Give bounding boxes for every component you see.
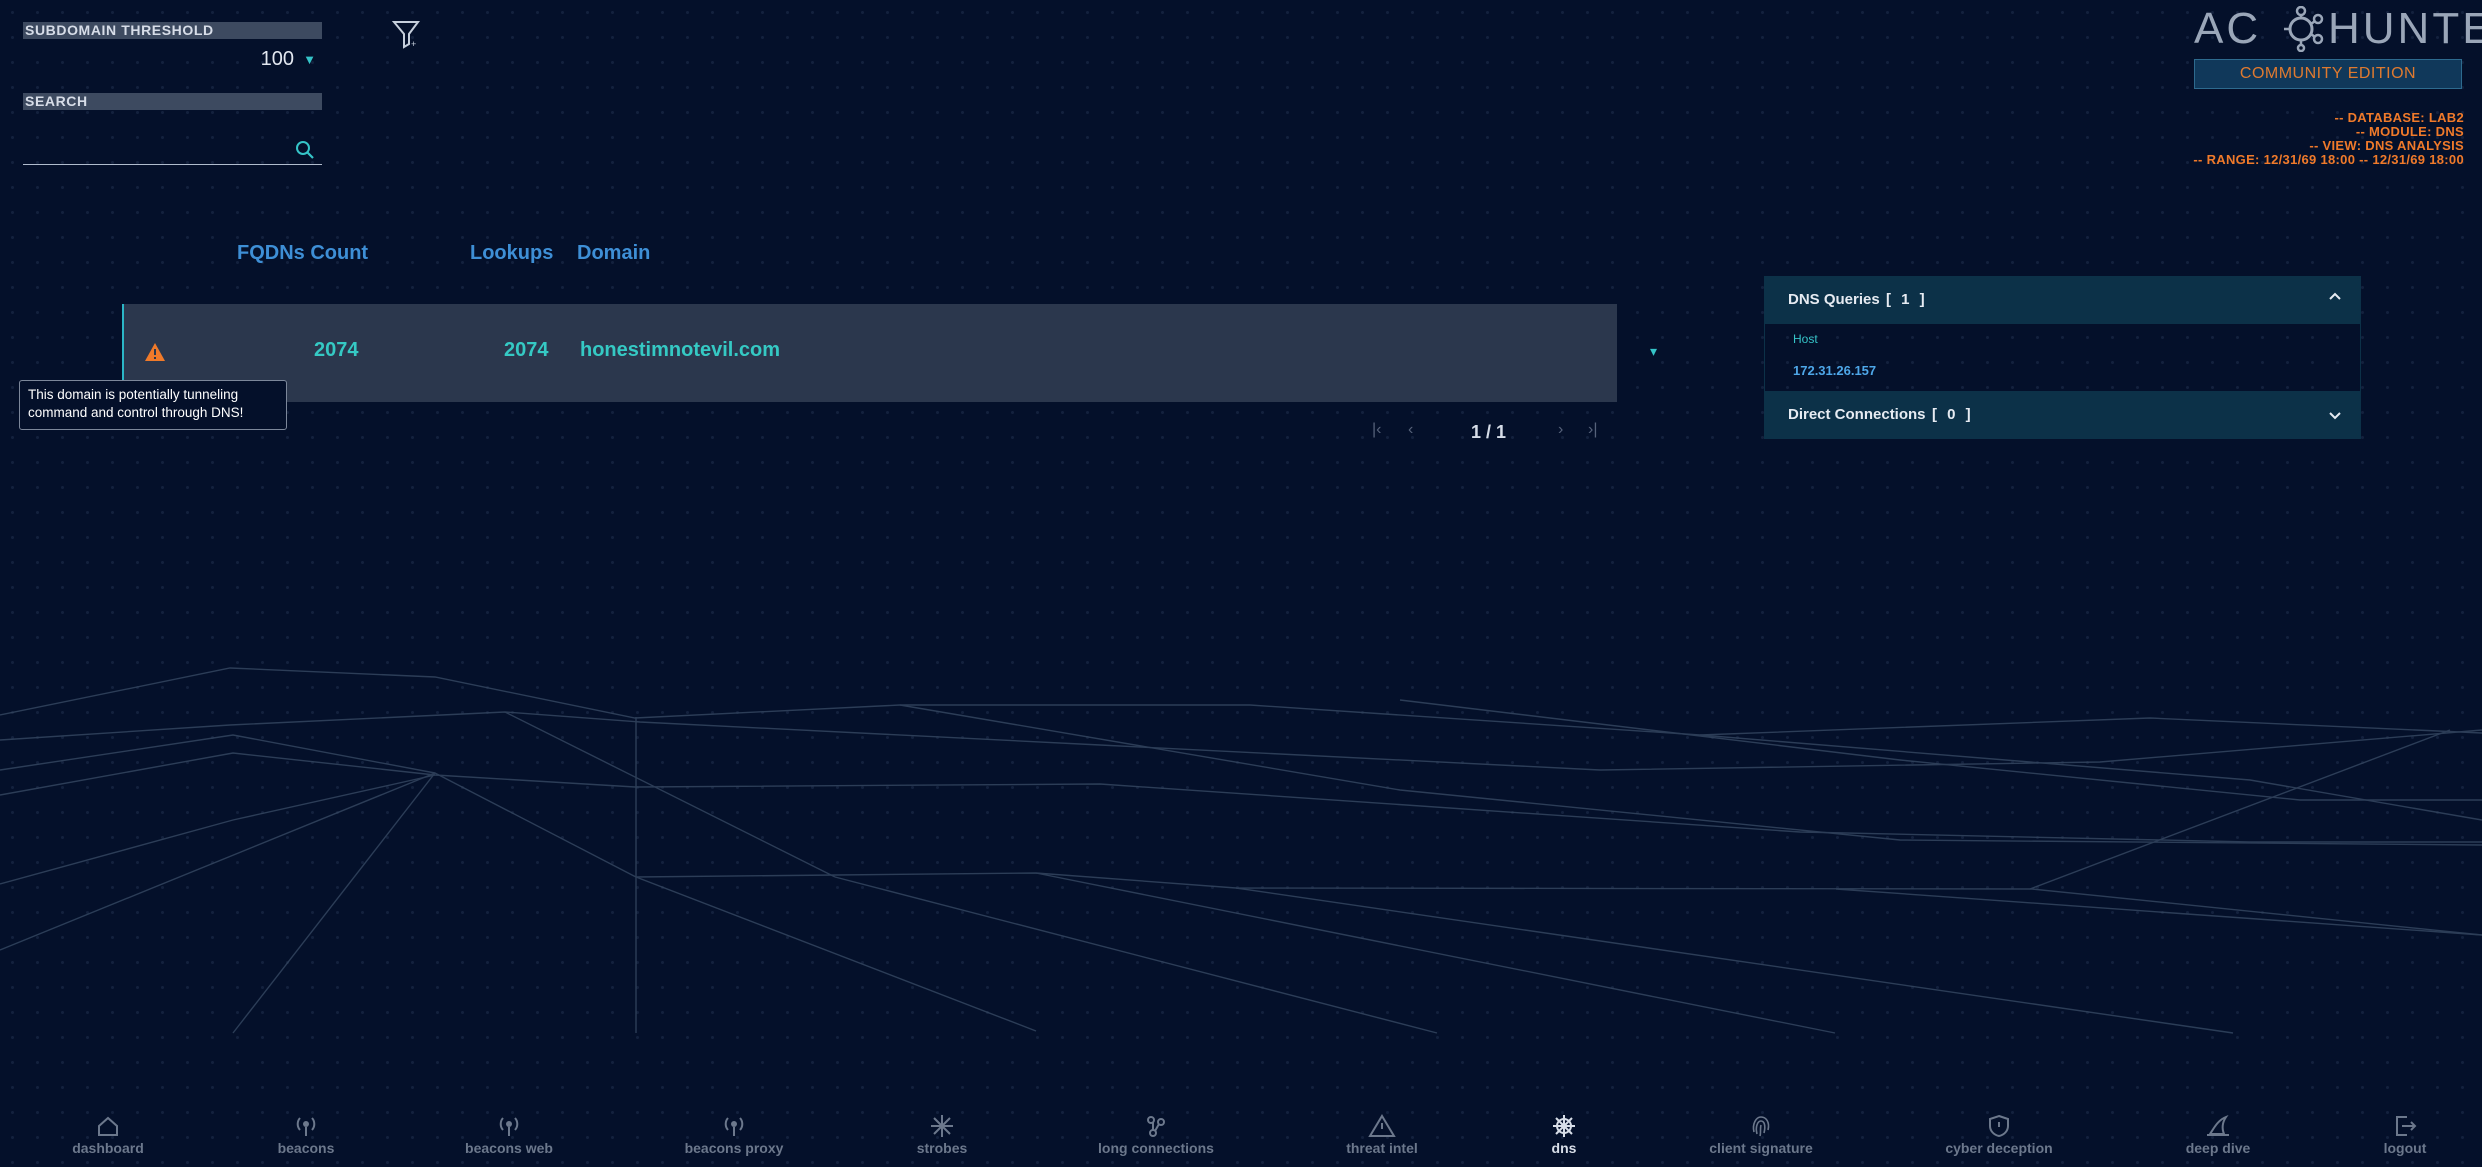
dns-queries-count: [ 1 ] — [1886, 291, 1928, 308]
nav-long-connections[interactable]: long connections — [1096, 1114, 1216, 1156]
nav-dns[interactable]: dns — [1544, 1114, 1584, 1156]
nav-label: long connections — [1098, 1140, 1214, 1156]
broadcast-icon — [499, 1117, 519, 1136]
nav-beacons-web[interactable]: beacons web — [459, 1114, 559, 1156]
search-field — [23, 133, 322, 165]
nav-label: dns — [1551, 1140, 1577, 1156]
nav-label: threat intel — [1346, 1140, 1418, 1156]
molecule-icon — [2284, 6, 2324, 52]
logout-icon — [2396, 1116, 2417, 1136]
dns-queries-panel-body: Host 172.31.26.157 — [1764, 324, 2361, 392]
chevron-down-icon[interactable] — [2327, 408, 2343, 424]
background-mesh — [0, 667, 2482, 1034]
nav-label: beacons web — [465, 1140, 553, 1156]
domain-cell[interactable]: honestimnotevil.com — [580, 339, 780, 362]
nav-label: client signature — [1709, 1140, 1813, 1156]
logo-text-left: AC — [2194, 4, 2262, 53]
search-icon[interactable] — [294, 139, 316, 161]
pager-first-icon[interactable]: |‹ — [1372, 421, 1381, 439]
host-ip-link[interactable]: 172.31.26.157 — [1793, 363, 1876, 378]
threshold-select[interactable]: 100 ▼ — [23, 46, 322, 74]
tooltip-line-1: This domain is potentially tunneling — [28, 387, 239, 402]
pager-status: 1 / 1 — [1471, 422, 1507, 442]
context-meta: -- DATABASE: LAB2 -- MODULE: DNS -- VIEW… — [2193, 111, 2464, 167]
threshold-value: 100 — [260, 48, 294, 70]
nav-dashboard[interactable]: dashboard — [68, 1114, 148, 1156]
fin-icon — [2207, 1114, 2229, 1136]
search-input[interactable] — [23, 133, 283, 163]
bottom-nav: dashboard beacons beacons web beacons pr… — [0, 1110, 2482, 1167]
column-header-lookups[interactable]: Lookups — [470, 242, 553, 265]
nav-label: cyber deception — [1945, 1140, 2053, 1156]
direct-connections-count: [ 0 ] — [1932, 406, 1974, 423]
warning-tooltip: This domain is potentially tunneling com… — [19, 380, 287, 430]
tooltip-line-2: command and control through DNS! — [28, 405, 244, 420]
svg-text:+: + — [411, 39, 416, 49]
meta-range: -- RANGE: 12/31/69 18:00 -- 12/31/69 18:… — [2193, 152, 2464, 167]
pager-prev-icon[interactable]: ‹ — [1408, 421, 1413, 439]
nav-strobes[interactable]: strobes — [902, 1114, 982, 1156]
nav-label: strobes — [916, 1140, 968, 1156]
row-filter-icon[interactable]: ▾ — [1650, 343, 1657, 360]
table-row[interactable]: 2074 2074 honestimnotevil.com — [122, 304, 1617, 402]
ac-hunter-logo: AC HUNTER — [2194, 4, 2482, 54]
direct-connections-panel-header[interactable]: Direct Connections [ 0 ] — [1764, 391, 2361, 439]
search-label: SEARCH — [23, 93, 322, 110]
nav-deep-dive[interactable]: deep dive — [2183, 1114, 2253, 1156]
host-label: Host — [1793, 332, 1818, 346]
meta-database: -- DATABASE: LAB2 — [2334, 110, 2464, 125]
subdomain-threshold-label: SUBDOMAIN THRESHOLD — [23, 22, 322, 39]
nav-logout[interactable]: logout — [2375, 1114, 2435, 1156]
direct-connections-title: Direct Connections — [1788, 406, 1926, 423]
nav-beacons[interactable]: beacons — [266, 1114, 346, 1156]
pager-next-icon[interactable]: › — [1558, 421, 1563, 439]
shield-icon — [1989, 1114, 2009, 1138]
nav-label: logout — [2383, 1140, 2427, 1156]
logo-text-right: HUNTER — [2328, 4, 2482, 53]
dns-queries-panel-header[interactable]: DNS Queries [ 1 ] — [1764, 276, 2361, 324]
warning-icon — [1368, 1114, 1396, 1137]
column-header-domain[interactable]: Domain — [577, 242, 650, 265]
wheel-icon — [1553, 1115, 1575, 1137]
broadcast-icon — [724, 1117, 744, 1136]
dns-queries-title: DNS Queries — [1788, 291, 1880, 308]
nav-client-signature[interactable]: client signature — [1701, 1114, 1821, 1156]
burst-icon — [931, 1115, 953, 1137]
nav-label: beacons proxy — [684, 1140, 784, 1156]
meta-view: -- VIEW: DNS ANALYSIS — [2309, 138, 2464, 153]
nav-cyber-deception[interactable]: cyber deception — [1939, 1114, 2059, 1156]
nav-label: dashboard — [72, 1140, 144, 1156]
column-header-fqdns-count[interactable]: FQDNs Count — [237, 242, 368, 265]
fingerprint-icon — [1752, 1116, 1770, 1137]
lookups-cell: 2074 — [504, 339, 549, 361]
meta-module: -- MODULE: DNS — [2355, 124, 2464, 139]
nav-beacons-proxy[interactable]: beacons proxy — [679, 1114, 789, 1156]
edition-badge: COMMUNITY EDITION — [2194, 59, 2462, 89]
caret-down-icon: ▼ — [303, 52, 316, 67]
nav-threat-intel[interactable]: threat intel — [1337, 1114, 1427, 1156]
broadcast-icon — [296, 1117, 316, 1136]
fqdns-count-cell: 2074 — [314, 339, 359, 361]
filter-icon[interactable]: + — [391, 18, 423, 50]
nav-label: deep dive — [2185, 1140, 2251, 1156]
warning-icon[interactable] — [144, 342, 166, 362]
nodes-icon — [1147, 1116, 1165, 1137]
chevron-up-icon[interactable] — [2327, 288, 2343, 304]
nav-label: beacons — [277, 1140, 335, 1156]
home-icon — [98, 1116, 118, 1136]
pager-last-icon[interactable]: ›| — [1588, 421, 1597, 439]
